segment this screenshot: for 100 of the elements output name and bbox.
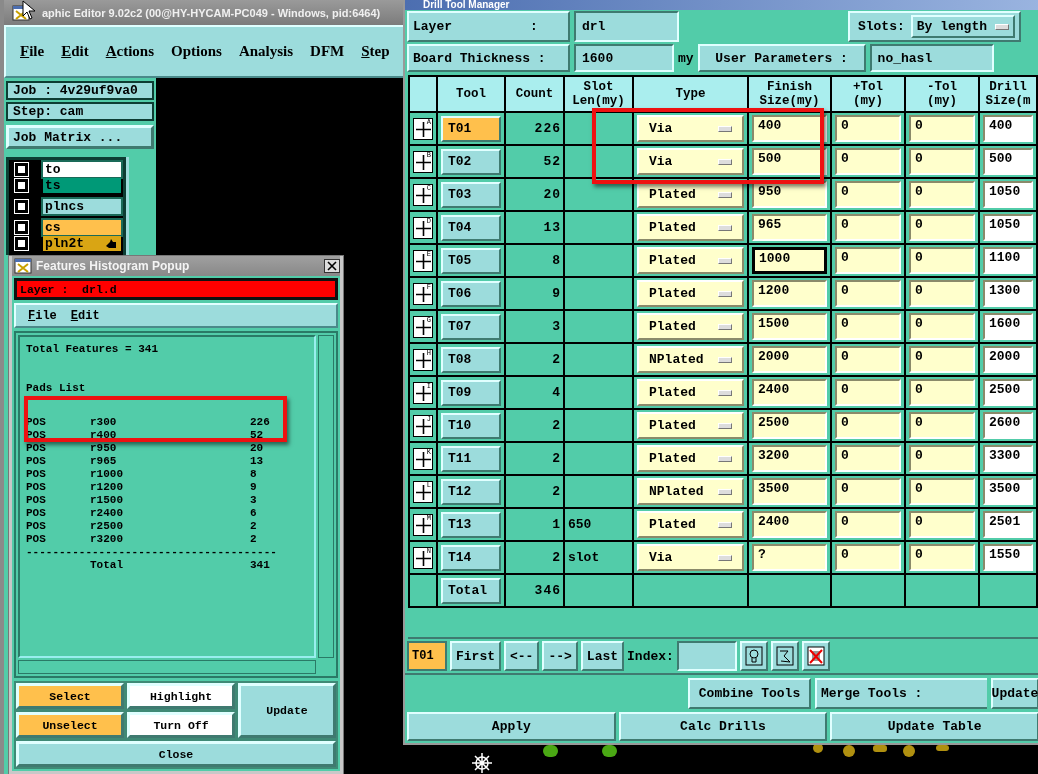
menu-item[interactable]: Actions <box>105 43 155 60</box>
plus-tolerance-field[interactable]: 0 <box>835 247 901 274</box>
minus-tolerance-field[interactable]: 0 <box>909 181 975 208</box>
tool-button[interactable]: T01 <box>441 115 501 142</box>
tool-button[interactable]: T09 <box>441 379 501 406</box>
update-button[interactable]: Update <box>991 678 1038 709</box>
type-dropdown[interactable]: NPlated <box>637 478 744 505</box>
tool-button[interactable]: T07 <box>441 313 501 340</box>
plus-tolerance-field[interactable]: 0 <box>835 445 901 472</box>
minus-tolerance-field[interactable]: 0 <box>909 478 975 505</box>
tool-button[interactable]: T10 <box>441 412 501 439</box>
combine-tools-button[interactable]: Combine Tools <box>688 678 811 709</box>
type-dropdown[interactable]: NPlated <box>637 346 744 373</box>
layer-item[interactable]: plncs <box>43 199 121 214</box>
type-dropdown[interactable]: Plated <box>637 379 744 406</box>
tool-button[interactable]: T11 <box>441 445 501 472</box>
plus-tolerance-field[interactable]: 0 <box>835 115 901 142</box>
slots-dropdown[interactable]: By length <box>910 15 1015 38</box>
minus-tolerance-field[interactable]: 0 <box>909 379 975 406</box>
drill-size-field[interactable]: 2000 <box>983 346 1033 373</box>
plus-tolerance-field[interactable]: 0 <box>835 181 901 208</box>
select-button[interactable]: Select <box>16 683 124 709</box>
drill-size-field[interactable]: 2500 <box>983 379 1033 406</box>
unselect-button[interactable]: Unselect <box>16 712 124 738</box>
minus-tolerance-field[interactable]: 0 <box>909 280 975 307</box>
horizontal-scrollbar[interactable] <box>18 660 316 674</box>
plus-tolerance-field[interactable]: 0 <box>835 148 901 175</box>
finish-size-field[interactable]: 1500 <box>752 313 827 340</box>
tool-button[interactable]: T05 <box>441 247 501 274</box>
plus-tolerance-field[interactable]: 0 <box>835 544 901 571</box>
highlight-button[interactable]: Highlight <box>127 683 235 709</box>
nav-button[interactable]: --> <box>542 641 578 671</box>
update-button[interactable]: Update <box>238 683 336 738</box>
minus-tolerance-field[interactable]: 0 <box>909 544 975 571</box>
nav-button[interactable]: First <box>450 641 501 671</box>
minus-tolerance-field[interactable]: 0 <box>909 115 975 142</box>
tool-button[interactable]: T12 <box>441 478 501 505</box>
plus-tolerance-field[interactable]: 0 <box>835 280 901 307</box>
type-dropdown[interactable]: Plated <box>637 511 744 538</box>
tool-button[interactable]: T14 <box>441 544 501 571</box>
type-dropdown[interactable]: Plated <box>637 313 744 340</box>
user-parameters-field[interactable]: no_hasl <box>869 44 994 72</box>
minus-tolerance-field[interactable]: 0 <box>909 148 975 175</box>
finish-size-field[interactable]: 3500 <box>752 478 827 505</box>
finish-size-field[interactable]: 2400 <box>752 511 827 538</box>
layer-field[interactable]: drl <box>574 11 679 42</box>
type-dropdown[interactable]: Plated <box>637 280 744 307</box>
layer-checkbox[interactable] <box>15 163 28 176</box>
vertical-scrollbar[interactable] <box>318 335 334 658</box>
minus-tolerance-field[interactable]: 0 <box>909 511 975 538</box>
minus-tolerance-field[interactable]: 0 <box>909 313 975 340</box>
layer-item[interactable]: pln2t <box>43 236 121 251</box>
type-dropdown[interactable]: Via <box>637 148 744 175</box>
plus-tolerance-field[interactable]: 0 <box>835 478 901 505</box>
drill-size-field[interactable]: 400 <box>983 115 1033 142</box>
layer-item[interactable]: ts <box>43 178 121 193</box>
menu-item[interactable]: Edit <box>70 308 100 323</box>
plus-tolerance-field[interactable]: 0 <box>835 313 901 340</box>
layer-checkbox[interactable] <box>15 179 28 192</box>
minus-tolerance-field[interactable]: 0 <box>909 214 975 241</box>
drill-size-field[interactable]: 1600 <box>983 313 1033 340</box>
finish-size-field[interactable]: 400 <box>752 115 827 142</box>
plus-tolerance-field[interactable]: 0 <box>835 511 901 538</box>
type-dropdown[interactable]: Plated <box>637 412 744 439</box>
tool-button[interactable]: T02 <box>441 148 501 175</box>
minus-tolerance-field[interactable]: 0 <box>909 346 975 373</box>
minus-tolerance-field[interactable]: 0 <box>909 412 975 439</box>
tool-button[interactable]: T04 <box>441 214 501 241</box>
drill-size-field[interactable]: 1100 <box>983 247 1033 274</box>
action-button[interactable]: Calc Drills <box>618 712 828 741</box>
layer-checkbox[interactable] <box>15 221 28 234</box>
type-dropdown[interactable]: Via <box>637 115 744 142</box>
action-button[interactable]: Apply <box>407 712 616 741</box>
menu-item[interactable]: DFM <box>310 43 345 60</box>
layer-checkbox[interactable] <box>15 200 28 213</box>
user-parameters-button[interactable]: User Parameters : <box>697 44 866 72</box>
bulb-button[interactable] <box>739 641 768 671</box>
finish-size-field[interactable]: 1200 <box>752 280 827 307</box>
job-matrix-button[interactable]: Job Matrix ... <box>6 125 154 149</box>
nav-button[interactable]: <-- <box>504 641 540 671</box>
finish-size-field[interactable]: 3200 <box>752 445 827 472</box>
turn-off-button[interactable]: Turn Off <box>127 712 235 738</box>
tool-button[interactable]: T06 <box>441 280 501 307</box>
menu-item[interactable]: File <box>28 308 57 323</box>
type-dropdown[interactable]: Plated <box>637 445 744 472</box>
drill-size-field[interactable]: 1050 <box>983 181 1033 208</box>
plus-tolerance-field[interactable]: 0 <box>835 214 901 241</box>
plus-tolerance-field[interactable]: 0 <box>835 379 901 406</box>
layer-item[interactable]: to <box>43 162 121 177</box>
tool-button[interactable]: T08 <box>441 346 501 373</box>
tool-button[interactable]: T03 <box>441 181 501 208</box>
delete-button[interactable] <box>801 641 830 671</box>
close-button[interactable]: Close <box>16 741 336 767</box>
total-button[interactable]: Total <box>441 577 501 604</box>
layer-checkbox[interactable] <box>15 237 28 250</box>
nav-button[interactable]: Last <box>580 641 625 671</box>
type-dropdown[interactable]: Plated <box>637 247 744 274</box>
menu-item[interactable]: Edit <box>61 43 89 60</box>
drill-size-field[interactable]: 1300 <box>983 280 1033 307</box>
type-dropdown[interactable]: Via <box>637 544 744 571</box>
